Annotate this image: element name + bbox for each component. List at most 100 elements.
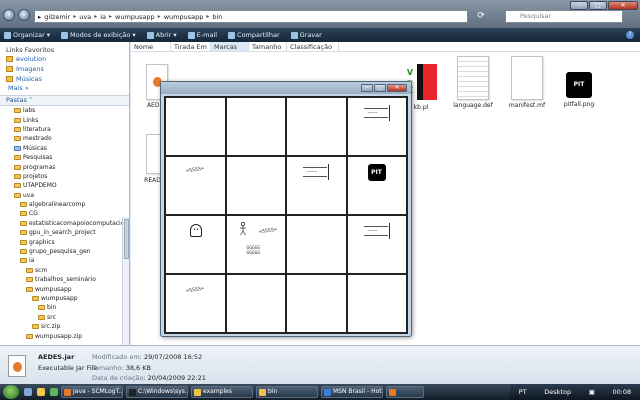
board-cell[interactable]: PIT: [346, 156, 407, 215]
organize-button[interactable]: Organizar ▾: [4, 31, 50, 39]
favorite-images[interactable]: Imagens: [0, 64, 129, 74]
board-cell[interactable]: ≈SSSS≈: [165, 156, 226, 215]
board-cell[interactable]: [286, 274, 347, 333]
board-cell[interactable]: ~~~: [346, 215, 407, 274]
breadcrumb-wumpusapp-inner[interactable]: wumpusapp: [164, 13, 204, 21]
clock[interactable]: 00:08: [612, 388, 631, 396]
breadcrumb-gilzemir[interactable]: gilzemir: [44, 13, 70, 21]
back-button[interactable]: ‹: [3, 9, 15, 21]
folders-header[interactable]: Pastas ˄: [0, 95, 129, 106]
email-button[interactable]: E-mail: [187, 31, 217, 39]
tree-item[interactable]: src: [0, 313, 129, 322]
language-indicator[interactable]: PT: [519, 388, 527, 396]
address-bar[interactable]: ▸ gilzemir ▸ uva ▸ ia ▸ wumpusapp ▸ wumpusap…: [34, 10, 468, 23]
file-language-def[interactable]: language.def: [449, 56, 497, 109]
network-icon[interactable]: ▣: [589, 388, 595, 396]
scrollbar-thumb[interactable]: [124, 219, 129, 259]
share-button[interactable]: Compartilhar: [228, 31, 280, 39]
tree-item[interactable]: literatura: [0, 125, 129, 134]
column-name[interactable]: Nome: [131, 42, 171, 51]
tree-item[interactable]: wumpusapp: [0, 294, 129, 303]
tree-item[interactable]: graphics: [0, 237, 129, 246]
tree-item[interactable]: scm: [0, 266, 129, 275]
task-msn[interactable]: MSN Brasil - Hot...: [321, 386, 383, 398]
board-cell[interactable]: [286, 215, 347, 274]
favorite-music[interactable]: Músicas: [0, 74, 129, 84]
breadcrumb-ia[interactable]: ia: [100, 13, 106, 21]
tree-scrollbar[interactable]: [122, 217, 129, 345]
column-size[interactable]: Tamanho: [249, 42, 287, 51]
tree-item[interactable]: Pesquisas: [0, 153, 129, 162]
tree-item[interactable]: src.zip: [0, 322, 129, 331]
board-cell[interactable]: [225, 156, 286, 215]
tree-item[interactable]: Músicas: [0, 144, 129, 153]
task-java-app[interactable]: [386, 386, 424, 398]
board-cell[interactable]: ~~~: [346, 97, 407, 156]
tree-item[interactable]: labs: [0, 106, 129, 115]
board-cell[interactable]: ~~~: [286, 156, 347, 215]
file-manifest[interactable]: manifest.mf: [503, 56, 551, 109]
open-button[interactable]: Abrir ▾: [146, 31, 177, 39]
breadcrumb-separator[interactable]: ▸: [73, 13, 76, 20]
board-cell[interactable]: [165, 215, 226, 274]
maximize-button[interactable]: □: [589, 1, 607, 10]
burn-button[interactable]: Gravar: [290, 31, 322, 39]
tree-item[interactable]: trabalhos_seminário: [0, 275, 129, 284]
tree-item[interactable]: mestrado: [0, 134, 129, 143]
game-maximize-button[interactable]: □: [374, 84, 386, 92]
tree-item[interactable]: CG: [0, 209, 129, 218]
task-examples[interactable]: examples: [191, 386, 253, 398]
column-date-taken[interactable]: Tirada Em: [171, 42, 211, 51]
start-button[interactable]: [3, 385, 19, 399]
column-tags[interactable]: Marcas: [211, 42, 249, 51]
tree-item[interactable]: wumpusapp: [0, 284, 129, 293]
breadcrumb-separator[interactable]: ▸: [109, 13, 112, 20]
breadcrumb-separator[interactable]: ▸: [206, 13, 209, 20]
forward-button[interactable]: ›: [18, 9, 30, 21]
board-cell[interactable]: [165, 97, 226, 156]
task-cmd[interactable]: C:\Windows\sys...: [126, 386, 188, 398]
game-close-button[interactable]: ✕: [387, 84, 407, 92]
favorite-evolution[interactable]: evolution: [0, 54, 129, 64]
tree-item[interactable]: uva: [0, 191, 129, 200]
desktop-toolbar[interactable]: Desktop: [544, 388, 571, 396]
quicklaunch-icon[interactable]: [24, 388, 32, 396]
tree-item[interactable]: projetos: [0, 172, 129, 181]
help-icon[interactable]: ?: [626, 31, 634, 39]
tree-item[interactable]: UTAPDEMO: [0, 181, 129, 190]
board-cell[interactable]: [225, 274, 286, 333]
breadcrumb-bin[interactable]: bin: [212, 13, 222, 21]
breadcrumb-separator[interactable]: ▸: [94, 13, 97, 20]
tree-item[interactable]: Links: [0, 115, 129, 124]
search-input[interactable]: Pesquisar: [505, 10, 623, 23]
task-java[interactable]: Java - SCMLogT...: [61, 386, 123, 398]
breadcrumb-uva[interactable]: uva: [79, 13, 91, 21]
game-minimize-button[interactable]: –: [361, 84, 373, 92]
board-cell[interactable]: ≈SSSS≈ GGGGG GGGGG: [225, 215, 286, 274]
minimize-button[interactable]: –: [570, 1, 588, 10]
tree-item[interactable]: gpu_in_search_project: [0, 228, 129, 237]
column-rating[interactable]: Classificação: [287, 42, 339, 51]
board-cell[interactable]: [225, 97, 286, 156]
breadcrumb-wumpusapp[interactable]: wumpusapp: [115, 13, 155, 21]
board-cell[interactable]: [286, 97, 347, 156]
wumpus-game-window[interactable]: – □ ✕ ~~~ ≈SSSS≈ ~~~ PIT ≈SSSS≈ GGGGG GG…: [160, 81, 412, 337]
tree-item[interactable]: programas: [0, 162, 129, 171]
breadcrumb-separator[interactable]: ▸: [158, 13, 161, 20]
quicklaunch-icon[interactable]: [50, 388, 58, 396]
tree-item[interactable]: ia: [0, 256, 129, 265]
tree-item[interactable]: estatisticacomapoiocomputacio: [0, 219, 129, 228]
board-cell[interactable]: [346, 274, 407, 333]
file-pitfall[interactable]: PIT pitfall.png: [559, 72, 599, 108]
tree-item[interactable]: algebralinearcomp: [0, 200, 129, 209]
refresh-icon[interactable]: ⟳: [473, 10, 489, 23]
more-link[interactable]: Mais »: [0, 84, 129, 95]
tree-item[interactable]: wumpusapp.zip: [0, 331, 129, 340]
quicklaunch-icon[interactable]: [37, 388, 45, 396]
tree-item[interactable]: grupo_pesquisa_gen: [0, 247, 129, 256]
close-button[interactable]: ✕: [608, 1, 638, 10]
task-bin[interactable]: bin: [256, 386, 318, 398]
view-modes-button[interactable]: Modos de exibição ▾: [61, 31, 136, 39]
tree-item[interactable]: bin: [0, 303, 129, 312]
board-cell[interactable]: ≈SSSS≈: [165, 274, 226, 333]
